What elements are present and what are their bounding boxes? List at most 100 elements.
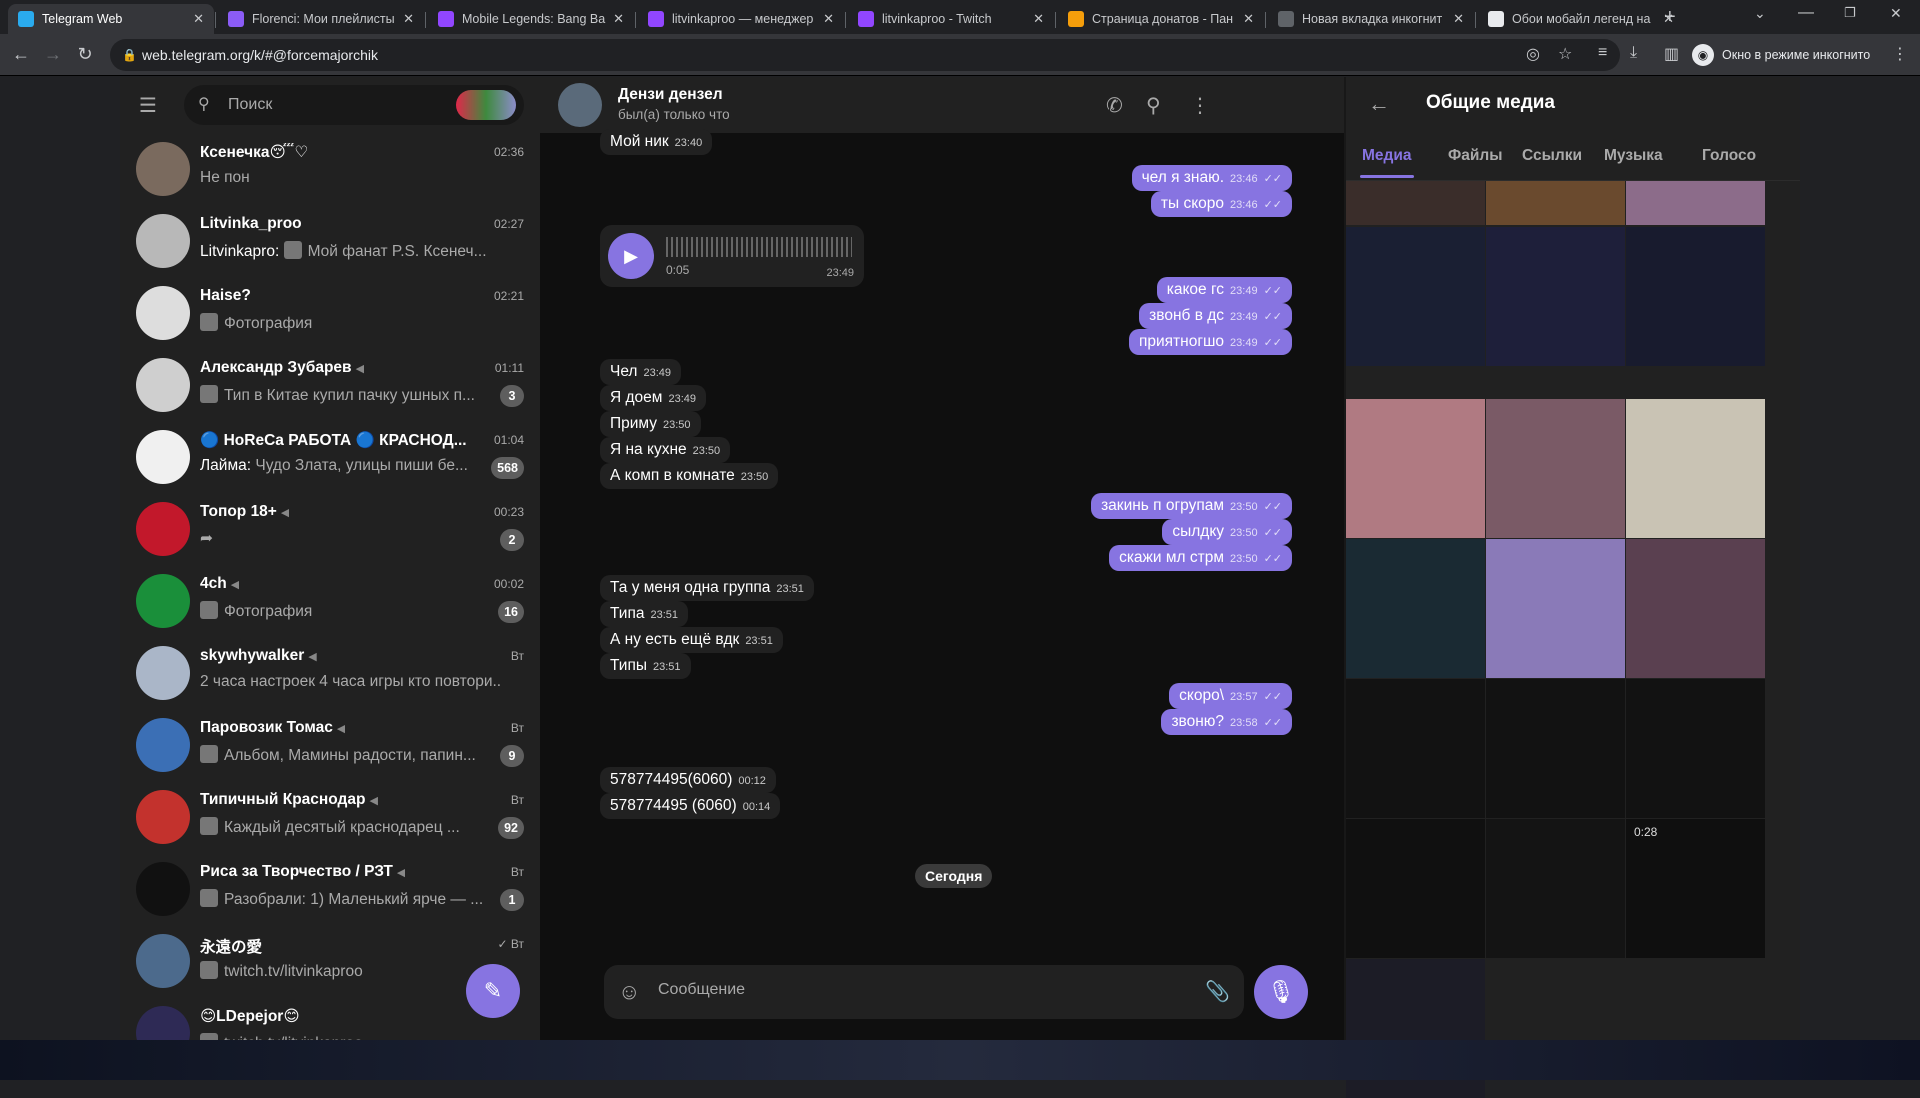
- play-icon[interactable]: ▶: [608, 233, 654, 279]
- minimize-button[interactable]: —: [1798, 4, 1814, 22]
- avatar[interactable]: [136, 646, 190, 700]
- close-tab-icon[interactable]: ✕: [193, 11, 204, 27]
- media-thumbnail[interactable]: [1486, 399, 1625, 538]
- sidepanel-icon[interactable]: ▥: [1664, 44, 1679, 64]
- attach-icon[interactable]: 📎: [1205, 979, 1230, 1004]
- incognito-indicator[interactable]: ◉ Окно в режиме инкогнито: [1692, 42, 1870, 68]
- chat-list-item[interactable]: skywhywalker ◀ Вт 2 часа настроек 4 часа иг…: [128, 637, 532, 709]
- browser-tab[interactable]: litvinkaproo - Twitch ✕: [848, 4, 1054, 34]
- message-bubble[interactable]: Типы 23:51: [600, 653, 691, 679]
- close-tab-icon[interactable]: ✕: [403, 11, 414, 27]
- avatar[interactable]: [136, 718, 190, 772]
- media-thumbnail[interactable]: [1486, 227, 1625, 366]
- media-thumbnail[interactable]: [1346, 819, 1485, 958]
- eye-off-icon[interactable]: ◎: [1526, 44, 1540, 64]
- message-bubble[interactable]: закинь п огрупам 23:50 ✓✓: [1091, 493, 1292, 519]
- chat-list-item[interactable]: Litvinka_proo 02:27 Litvinkapro: Мой фанат…: [128, 205, 532, 277]
- browser-tab[interactable]: Новая вкладка инкогнит ✕: [1268, 4, 1474, 34]
- media-thumbnail[interactable]: [1486, 539, 1625, 678]
- waveform[interactable]: [666, 237, 852, 257]
- avatar[interactable]: [136, 502, 190, 556]
- close-window-button[interactable]: ✕: [1890, 5, 1902, 22]
- media-tab[interactable]: Музыка: [1604, 147, 1663, 165]
- close-tab-icon[interactable]: ✕: [1453, 11, 1464, 27]
- contact-avatar[interactable]: [558, 83, 602, 127]
- restore-button[interactable]: ❐: [1844, 5, 1856, 21]
- message-bubble[interactable]: какое гс 23:49 ✓✓: [1156, 277, 1292, 303]
- more-options-icon[interactable]: ⋮: [1190, 93, 1210, 118]
- avatar[interactable]: [136, 214, 190, 268]
- bookmark-star-icon[interactable]: ☆: [1558, 44, 1572, 64]
- reload-icon[interactable]: ↻: [74, 44, 96, 65]
- new-message-button[interactable]: ✎: [466, 964, 520, 1018]
- media-thumbnail[interactable]: [1346, 399, 1485, 538]
- chat-list-item[interactable]: Типичный Краснодар ◀ Вт Каждый десятый крас…: [128, 781, 532, 853]
- reading-list-icon[interactable]: ≡: [1598, 44, 1607, 62]
- search-icon[interactable]: ⚲: [1146, 93, 1161, 118]
- forward-icon[interactable]: →: [42, 44, 64, 65]
- media-tab[interactable]: Голосо: [1702, 147, 1756, 165]
- message-bubble[interactable]: Мой ник 23:40: [600, 129, 713, 155]
- media-thumbnail[interactable]: [1346, 181, 1485, 225]
- chat-list-item[interactable]: 4ch ◀ 00:02 Фотография 16: [128, 565, 532, 637]
- message-bubble[interactable]: Та у меня одна группа 23:51: [600, 575, 814, 601]
- more-menu-icon[interactable]: ⋮: [1892, 44, 1908, 64]
- media-thumbnail[interactable]: [1626, 227, 1765, 366]
- message-bubble[interactable]: Приму 23:50: [600, 411, 701, 437]
- message-bubble[interactable]: Я на кухне 23:50: [600, 437, 731, 463]
- close-tab-icon[interactable]: ✕: [1033, 11, 1044, 27]
- message-bubble[interactable]: А ну есть ещё вдк 23:51: [600, 627, 783, 653]
- chat-list-item[interactable]: Топор 18+ ◀ 00:23 ➦ 2: [128, 493, 532, 565]
- voice-message[interactable]: ▶ 0:05 23:49: [600, 225, 864, 287]
- media-thumbnail[interactable]: [1346, 539, 1485, 678]
- chat-list-item[interactable]: Риса за Творчество / РЗТ ◀ Вт Разобрали: 1)…: [128, 853, 532, 925]
- media-thumbnail[interactable]: [1626, 539, 1765, 678]
- message-bubble[interactable]: звонб в дс 23:49 ✓✓: [1139, 303, 1292, 329]
- avatar[interactable]: [136, 286, 190, 340]
- media-thumbnail[interactable]: [1626, 399, 1765, 538]
- message-composer[interactable]: ☺ Сообщение 📎: [604, 965, 1244, 1019]
- media-thumbnail[interactable]: [1626, 679, 1765, 818]
- download-icon[interactable]: ⤓: [1630, 44, 1637, 62]
- close-tab-icon[interactable]: ✕: [613, 11, 624, 27]
- message-bubble[interactable]: сылдку 23:50 ✓✓: [1162, 519, 1292, 545]
- search-input[interactable]: ⚲ Поиск: [184, 85, 524, 125]
- message-bubble[interactable]: скоро\ 23:57 ✓✓: [1169, 683, 1292, 709]
- avatar[interactable]: [136, 142, 190, 196]
- browser-tab[interactable]: Telegram Web ✕: [8, 4, 214, 34]
- message-bubble[interactable]: Типа 23:51: [600, 601, 688, 627]
- microphone-button[interactable]: 🎙: [1254, 965, 1308, 1019]
- phone-icon[interactable]: ✆: [1106, 93, 1123, 118]
- back-icon[interactable]: ←: [10, 44, 32, 65]
- avatar[interactable]: [136, 862, 190, 916]
- stories-avatars[interactable]: [456, 90, 516, 120]
- media-thumbnail[interactable]: [1346, 679, 1485, 818]
- hamburger-menu-icon[interactable]: ☰: [136, 93, 160, 117]
- media-thumbnail[interactable]: [1486, 181, 1625, 225]
- message-bubble[interactable]: Чел 23:49: [600, 359, 682, 385]
- media-thumbnail[interactable]: 0:28: [1626, 819, 1765, 958]
- message-bubble[interactable]: ты скоро 23:46 ✓✓: [1150, 191, 1292, 217]
- browser-tab[interactable]: Mobile Legends: Bang Ba ✕: [428, 4, 634, 34]
- emoji-icon[interactable]: ☺: [618, 979, 640, 1005]
- tab-search-icon[interactable]: ⌄: [1754, 5, 1766, 22]
- message-bubble[interactable]: скажи мл стрм 23:50 ✓✓: [1109, 545, 1292, 571]
- browser-tab[interactable]: Обои мобайл легенд на ✕: [1478, 4, 1684, 34]
- contact-name[interactable]: Дензи дензел: [618, 86, 723, 104]
- close-tab-icon[interactable]: ✕: [823, 11, 834, 27]
- avatar[interactable]: [136, 574, 190, 628]
- chat-list-item[interactable]: Haise? 02:21 Фотография: [128, 277, 532, 349]
- media-thumbnail[interactable]: [1346, 227, 1485, 366]
- message-bubble[interactable]: Я доем 23:49: [600, 385, 706, 411]
- new-tab-button[interactable]: +: [1664, 6, 1676, 29]
- message-bubble[interactable]: 578774495(6060) 00:12: [600, 767, 776, 793]
- close-tab-icon[interactable]: ✕: [1243, 11, 1254, 27]
- media-tab[interactable]: Файлы: [1448, 147, 1502, 165]
- avatar[interactable]: [136, 934, 190, 988]
- avatar[interactable]: [136, 430, 190, 484]
- media-tab[interactable]: Медиа: [1360, 147, 1414, 178]
- chat-list-item[interactable]: Ксенечка😴♡ 02:36 Не пон: [128, 133, 532, 205]
- avatar[interactable]: [136, 790, 190, 844]
- browser-tab[interactable]: Florenci: Мои плейлисты ✕: [218, 4, 424, 34]
- media-tab[interactable]: Ссылки: [1522, 147, 1582, 165]
